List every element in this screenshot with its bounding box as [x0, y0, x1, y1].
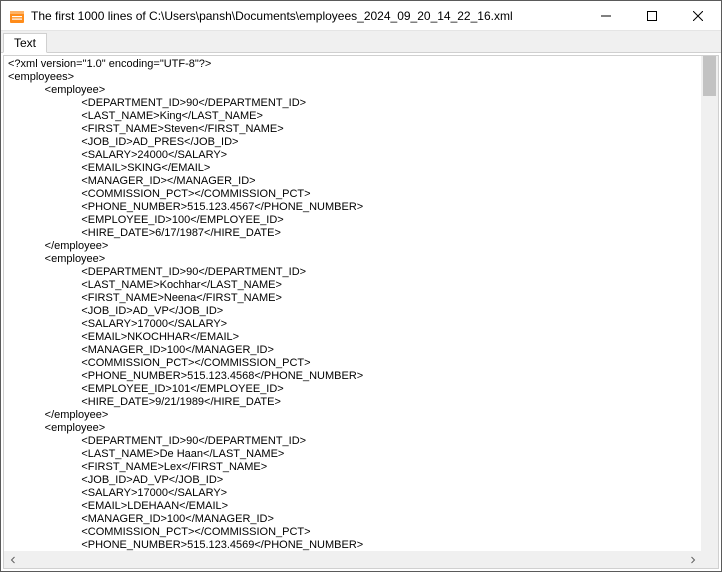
window-frame: The first 1000 lines of C:\Users\pansh\D…	[0, 0, 722, 572]
titlebar[interactable]: The first 1000 lines of C:\Users\pansh\D…	[1, 1, 721, 31]
vertical-scroll-thumb[interactable]	[703, 56, 716, 96]
app-icon	[9, 8, 25, 24]
window-controls	[583, 1, 721, 30]
vertical-scrollbar[interactable]	[701, 56, 718, 551]
scroll-corner	[701, 551, 718, 568]
minimize-button[interactable]	[583, 1, 629, 30]
horizontal-scrollbar[interactable]	[4, 551, 701, 568]
tab-bar: Text	[1, 31, 721, 53]
maximize-button[interactable]	[629, 1, 675, 30]
scroll-right-arrow[interactable]	[684, 551, 701, 568]
close-button[interactable]	[675, 1, 721, 30]
scroll-left-arrow[interactable]	[4, 551, 21, 568]
xml-text-view[interactable]: <?xml version="1.0" encoding="UTF-8"?> <…	[4, 56, 701, 551]
window-title: The first 1000 lines of C:\Users\pansh\D…	[31, 9, 583, 23]
content-inner: <?xml version="1.0" encoding="UTF-8"?> <…	[3, 55, 719, 569]
tab-text[interactable]: Text	[3, 33, 47, 53]
content-wrap: <?xml version="1.0" encoding="UTF-8"?> <…	[1, 53, 721, 571]
